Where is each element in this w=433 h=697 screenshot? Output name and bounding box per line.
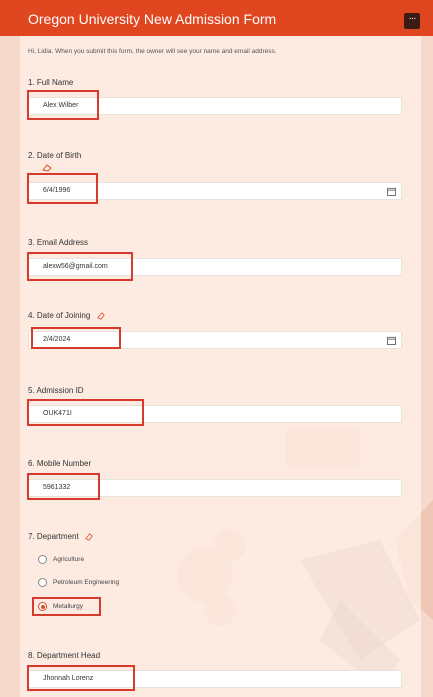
form-title: Oregon University New Admission Form (28, 11, 277, 27)
full-name-value: Alex Wilber (43, 102, 79, 109)
question-label-department: 7. Department (28, 532, 93, 541)
question-label-admission-id: 5. Admission ID (28, 386, 84, 395)
radio-button-selected[interactable] (38, 602, 47, 611)
radio-button[interactable] (38, 555, 47, 564)
email-value: alexw56@gmail.com (43, 263, 108, 270)
question-label-date-of-joining: 4. Date of Joining (28, 311, 105, 320)
date-of-birth-value: 6/4/1996 (43, 187, 71, 194)
email-input[interactable]: alexw56@gmail.com (28, 258, 402, 276)
date-of-birth-input[interactable]: 6/4/1996 (28, 182, 402, 200)
more-options-button[interactable]: ··· (404, 13, 420, 29)
ellipsis-icon: ··· (408, 13, 417, 24)
department-head-input[interactable]: Jhonnah Lorenz (28, 670, 402, 688)
form-header: Oregon University New Admission Form ··· (0, 0, 433, 36)
admission-id-input[interactable]: OUK471I (28, 405, 402, 423)
date-of-joining-value: 2/4/2024 (43, 336, 71, 343)
form-panel: Hi, Lidia. When you submit this form, th… (20, 36, 421, 697)
mobile-number-value: 5961332 (43, 484, 71, 491)
question-label-full-name: 1. Full Name (28, 78, 74, 87)
eraser-icon (96, 312, 105, 320)
mobile-number-input[interactable]: 5961332 (28, 479, 402, 497)
question-label-email: 3. Email Address (28, 238, 89, 247)
calendar-icon[interactable] (387, 187, 396, 196)
question-label-mobile: 6. Mobile Number (28, 459, 92, 468)
admission-id-value: OUK471I (43, 410, 72, 417)
intro-text: Hi, Lidia. When you submit this form, th… (28, 48, 277, 55)
radio-button[interactable] (38, 578, 47, 587)
calendar-icon[interactable] (387, 336, 396, 345)
date-of-joining-input[interactable]: 2/4/2024 (28, 331, 402, 349)
question-label-department-head: 8. Department Head (28, 651, 101, 660)
full-name-input[interactable]: Alex Wilber (28, 97, 402, 115)
question-label-date-of-birth: 2. Date of Birth (28, 151, 82, 160)
eraser-icon (42, 164, 52, 172)
eraser-icon (85, 533, 93, 541)
department-head-value: Jhonnah Lorenz (43, 675, 94, 682)
